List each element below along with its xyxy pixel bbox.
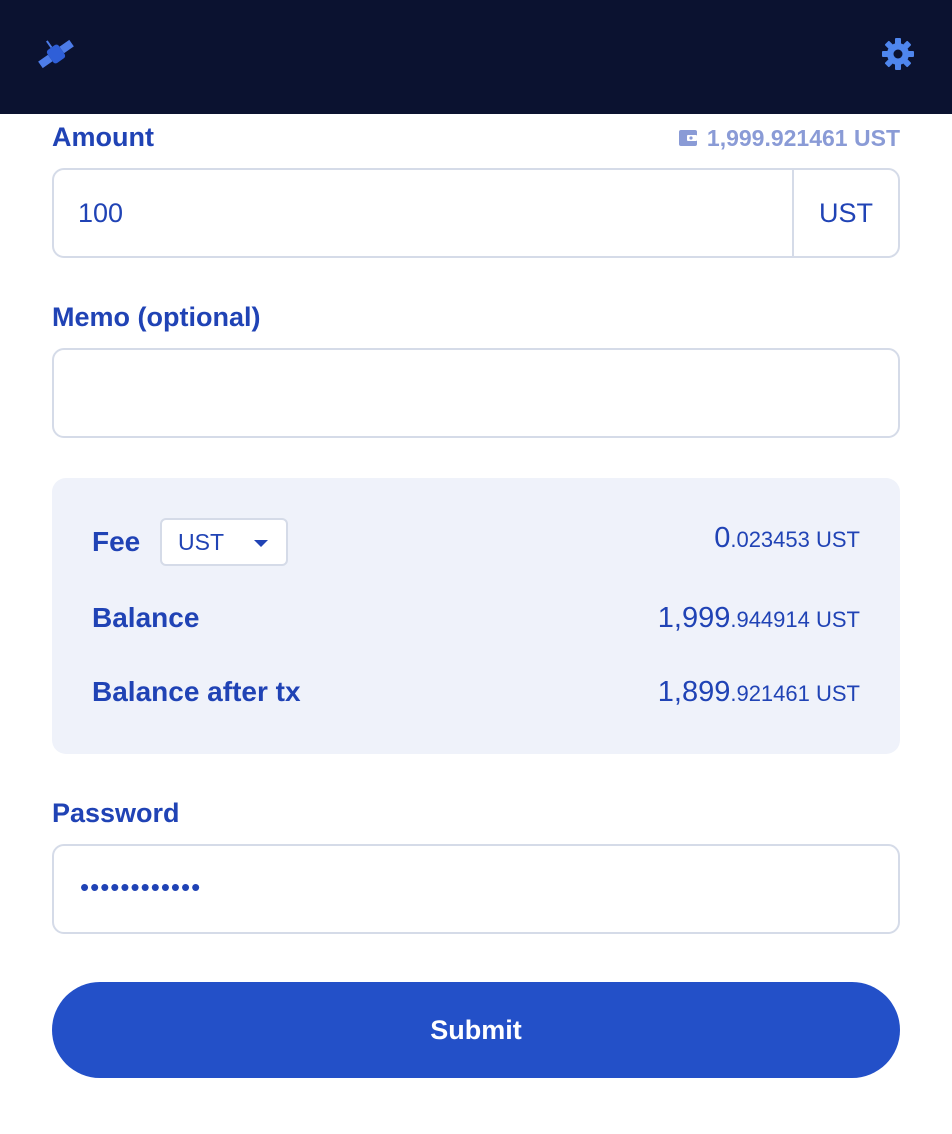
fee-denom-value: UST <box>178 529 224 555</box>
available-balance[interactable]: 1,999.921461 UST <box>677 124 900 152</box>
fee-value: 0.023453 UST <box>714 522 860 555</box>
balance-int: 1,999 <box>657 602 731 634</box>
password-field[interactable]: •••••••••••• <box>52 844 900 934</box>
amount-unit: UST <box>792 170 898 256</box>
amount-label: Amount <box>52 122 154 152</box>
fee-int: 0 <box>714 522 731 554</box>
gear-icon[interactable] <box>880 36 916 72</box>
password-label: Password <box>52 798 180 828</box>
balance-label: Balance <box>92 602 200 633</box>
amount-input[interactable] <box>78 170 758 256</box>
balance-after-dec: .921461 <box>730 681 810 706</box>
wallet-icon <box>678 130 697 146</box>
memo-label: Memo (optional) <box>52 302 261 332</box>
top-bar <box>0 0 952 114</box>
memo-input[interactable] <box>78 350 874 436</box>
password-masked-value: •••••••••••• <box>80 872 202 902</box>
chevron-down-icon <box>254 540 268 547</box>
satellite-icon[interactable] <box>34 32 78 76</box>
fee-unit: UST <box>816 527 860 552</box>
amount-field: UST <box>52 168 900 258</box>
tx-summary: Fee UST 0.023453 UST Balance 1,999.94491… <box>52 478 900 754</box>
fee-dec: .023453 <box>730 527 810 552</box>
balance-after-unit: UST <box>816 681 860 706</box>
memo-field <box>52 348 900 438</box>
balance-after-label: Balance after tx <box>92 676 301 707</box>
fee-denom-select[interactable]: UST <box>160 518 288 566</box>
balance-dec: .944914 <box>730 607 810 632</box>
available-balance-text: 1,999.921461 UST <box>706 124 900 151</box>
balance-after-value: 1,899.921461 UST <box>658 676 860 709</box>
balance-value: 1,999.944914 UST <box>658 602 860 635</box>
balance-unit: UST <box>816 607 860 632</box>
submit-button[interactable]: Submit <box>52 982 900 1078</box>
fee-label: Fee <box>92 526 141 557</box>
balance-after-int: 1,899 <box>657 676 731 708</box>
